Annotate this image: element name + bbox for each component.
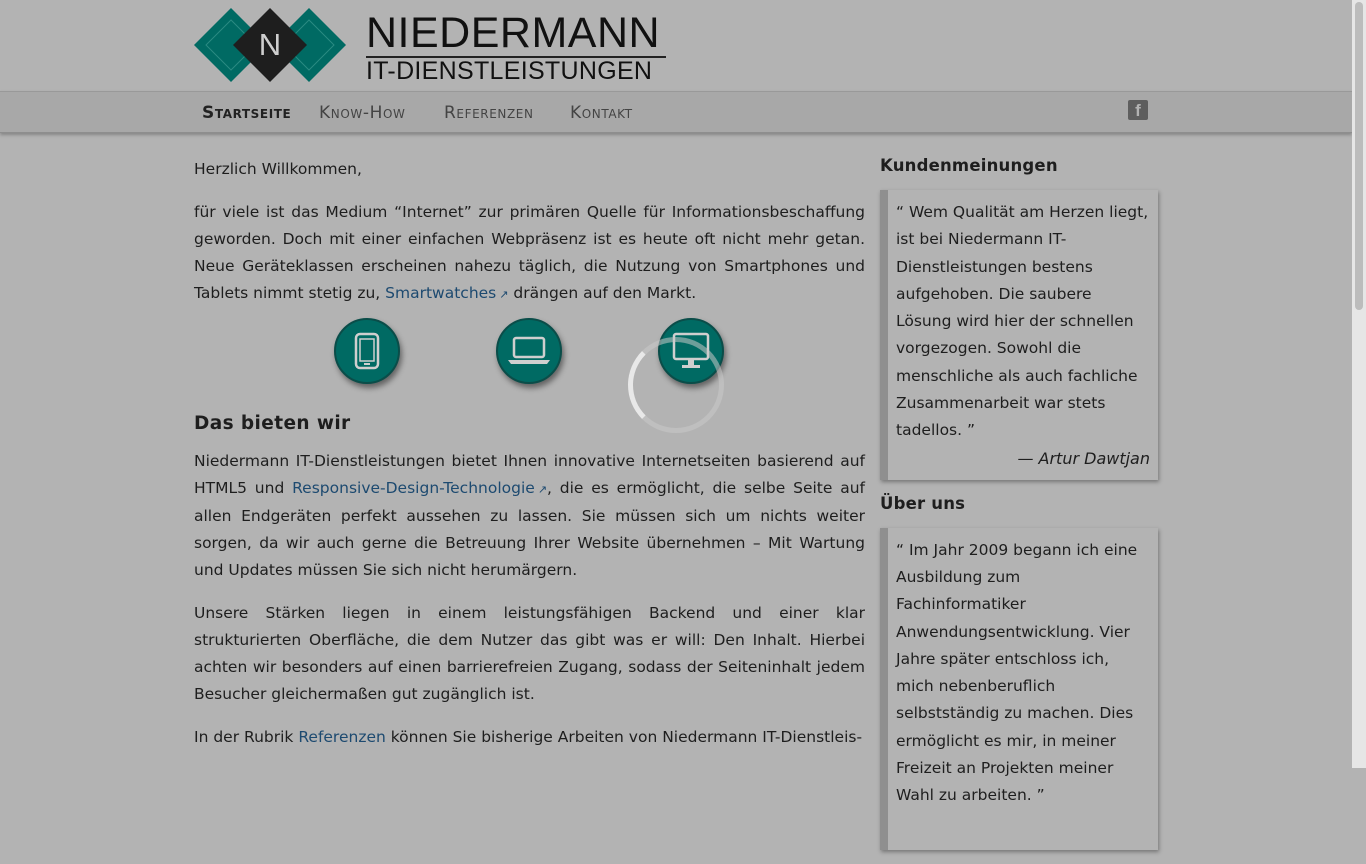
smartwatches-link[interactable]: Smartwatches (385, 284, 496, 302)
scrollbar-thumb[interactable] (1355, 2, 1363, 310)
sidebar: Kundenmeinungen “ Wem Qualität am Herzen… (880, 156, 1158, 864)
site-logo[interactable]: N NIEDERMANN IT-DIENSTLEISTUNGEN (194, 8, 674, 86)
logo-title: NIEDERMANN (366, 9, 661, 57)
page-scrollbar[interactable] (1352, 0, 1366, 768)
greeting: Herzlich Willkommen, (194, 160, 362, 178)
responsive-design-link[interactable]: Responsive-Design-Technologie (292, 479, 535, 497)
nav-startseite[interactable]: Startseite (202, 103, 291, 123)
facebook-icon[interactable]: f (1128, 100, 1148, 120)
nav-know-how[interactable]: Know-How (319, 103, 405, 123)
nav-kontakt[interactable]: Kontakt (570, 103, 633, 123)
main-content: Herzlich Willkommen, für viele ist das M… (194, 156, 865, 767)
site-header: N NIEDERMANN IT-DIENSTLEISTUNGEN (0, 0, 1352, 91)
logo-subtitle: IT-DIENSTLEISTUNGEN (366, 57, 653, 85)
main-navigation: Startseite Know-How Referenzen Kontakt f (0, 91, 1352, 133)
about-title: Über uns (880, 493, 966, 513)
rubrik-text-end: können Sie bisherige Arbeiten von Nieder… (385, 728, 863, 746)
referenzen-link[interactable]: Referenzen (298, 728, 386, 746)
nav-referenzen[interactable]: Referenzen (444, 103, 534, 123)
reviews-title: Kundenmeinungen (880, 156, 1058, 175)
rubrik-paragraph: In der Rubrik Referenzen können Sie bish… (194, 724, 865, 751)
intro-paragraph: für viele ist das Medium “Internet” zur … (194, 199, 865, 308)
device-icons (194, 318, 865, 413)
section-title: Das bieten wir (194, 413, 351, 434)
external-link-icon: ↗ (537, 483, 548, 496)
strengths-paragraph: Unsere Stärken liegen in einem leistungs… (194, 604, 865, 703)
about-quote-box: “ Im Jahr 2009 begann ich eine Ausbildun… (880, 527, 1158, 850)
intro-text-end: drängen auf den Markt. (508, 284, 697, 302)
review-quote-box: “ Wem Qualität am Herzen liegt, ist bei … (880, 190, 1158, 480)
logo-letter: N (258, 27, 282, 62)
loading-spinner-icon (628, 337, 724, 433)
offer-paragraph: Niedermann IT-Dienstleistungen bietet Ih… (194, 448, 865, 584)
about-text: “ Im Jahr 2009 begann ich eine Ausbildun… (896, 540, 1138, 805)
review-text: “ Wem Qualität am Herzen liegt, ist bei … (896, 203, 1149, 440)
rubrik-text: In der Rubrik (194, 728, 299, 746)
laptop-icon (496, 318, 562, 384)
review-author: — Artur Dawtjan (1017, 448, 1150, 468)
smartphone-icon (334, 318, 400, 384)
